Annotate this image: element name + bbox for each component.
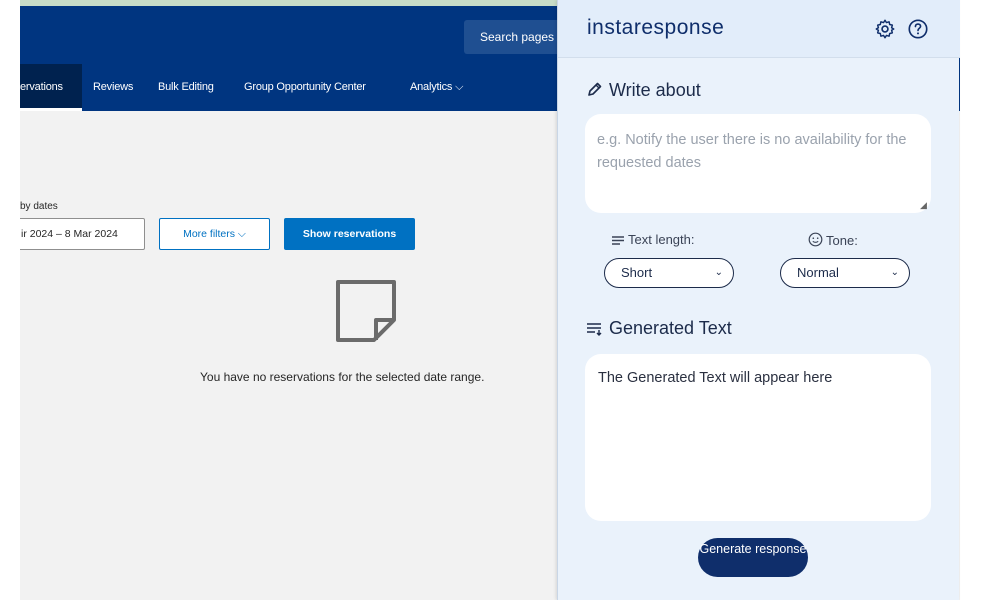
nav-tab-analytics[interactable]: Analytics ⌵ [410,64,463,111]
more-filters-button[interactable]: More filters ⌵ [159,218,270,250]
filter-by-dates-label: by dates [20,201,58,212]
generated-text-output: The Generated Text will appear here [585,354,931,521]
chevron-down-icon: ⌄ [890,267,899,278]
generate-response-button[interactable]: Generate response [698,538,808,577]
settings-gear-icon[interactable] [874,18,896,40]
nav-tab-reviews[interactable]: Reviews [93,64,133,111]
nav-tab-bulk-editing[interactable]: Bulk Editing [158,64,214,111]
date-range-input[interactable]: ir 2024 – 8 Mar 2024 [20,218,145,250]
panel-header: instaresponse [558,0,960,58]
write-about-title: Write about [609,80,701,100]
resize-handle-icon[interactable]: ◢ [920,200,927,211]
empty-note-icon [336,280,396,342]
pencil-icon [588,82,602,96]
generated-text-heading: Generated Text [586,318,732,339]
empty-state-message: You have no reservations for the selecte… [200,370,485,384]
chevron-down-icon: ⌄ [714,267,723,278]
generated-text-title: Generated Text [609,318,732,338]
help-question-icon[interactable] [907,18,929,40]
write-about-heading: Write about [586,80,701,101]
nav-tab-reservations[interactable]: ervations [20,64,82,111]
text-lines-icon [612,236,624,245]
text-length-label: Text length: [611,232,695,247]
brand-logo: instaresponse [587,16,725,39]
write-about-textarea[interactable] [585,114,931,213]
tone-select[interactable]: Normal ⌄ [780,258,910,288]
list-sort-icon [587,323,602,336]
text-length-value: Short [621,265,653,280]
instaresponse-panel: instaresponse Write about ◢ Text length:… [557,0,960,600]
show-reservations-button[interactable]: Show reservations [284,218,415,250]
smiley-icon [808,232,823,247]
nav-tab-group-opportunity-center[interactable]: Group Opportunity Center [244,64,366,111]
text-length-select[interactable]: Short ⌄ [604,258,734,288]
tone-label: Tone: [808,232,858,248]
tone-value: Normal [797,265,839,280]
